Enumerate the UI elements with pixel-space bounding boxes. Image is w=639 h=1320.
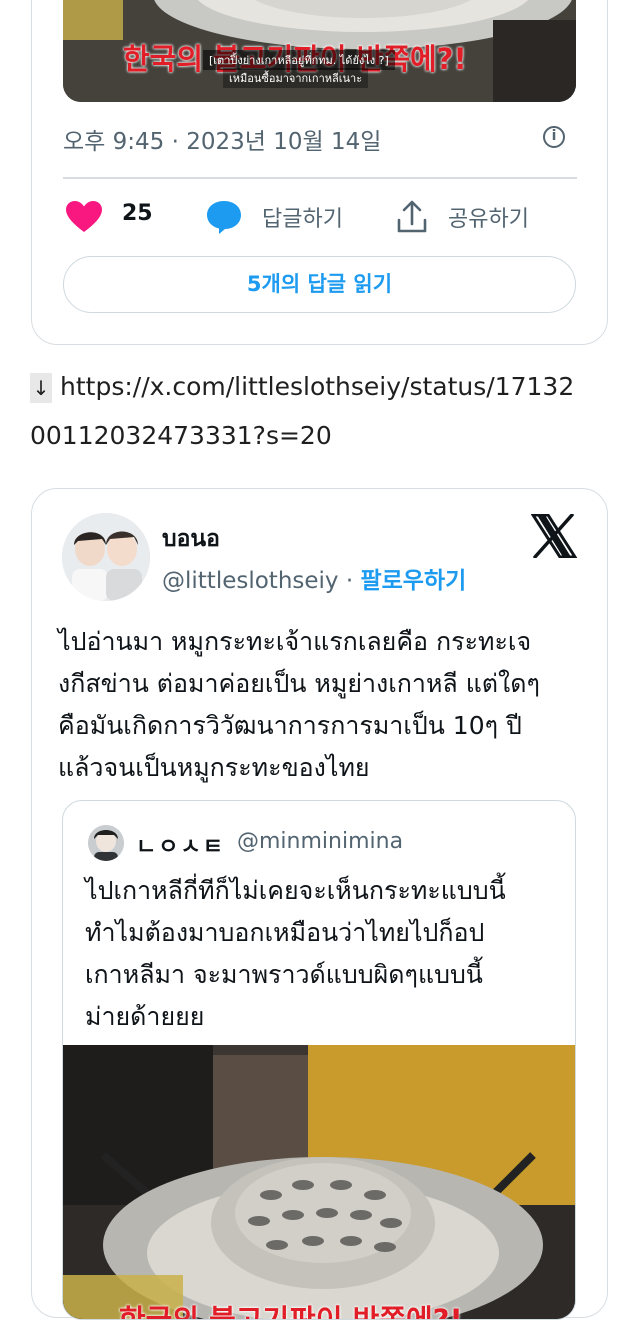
share-label[interactable]: 공유하기: [448, 201, 529, 233]
like-count: 25: [122, 201, 153, 226]
tweet-text: ไปอ่านมา หมูกระทะเจ้าแรกเลยคือ กระทะเจ ง…: [58, 621, 603, 789]
divider: [63, 177, 577, 179]
tweet-timestamp[interactable]: 오후 9:45 · 2023년 10월 14일: [63, 122, 381, 156]
status-link-line-1[interactable]: ↓ https://x.com/littleslothseiy/status/17…: [30, 372, 574, 403]
quoted-text-line: เกาหลีมา จะมาพราวด์แบบผิดๆแบบนี้: [85, 960, 483, 989]
tweet-text-line: งกีสข่าน ต่อมาค่อยเป็น หมูย่างเกาหลี แต่…: [58, 669, 540, 698]
x-logo-icon[interactable]: [531, 514, 577, 558]
quoted-text-line: ไปเกาหลีกี่ทีก็ไม่เคยจะเห็นกระทะแบบนี้: [85, 876, 506, 905]
status-link-line-2[interactable]: 00112032473331?s=20: [30, 421, 332, 450]
quoted-display-name[interactable]: ㄴㅇㅅㅌ: [136, 829, 225, 861]
follow-button[interactable]: 팔로우하기: [360, 568, 466, 594]
share-icon[interactable]: [397, 200, 427, 234]
user-handle[interactable]: @littleslothseiy: [162, 568, 339, 594]
avatar-image: [62, 513, 150, 601]
tweet-text-line: คือมันเกิดการวิวัฒนาการการมาเป็น 10ๆ ปี: [58, 711, 522, 740]
down-arrow-icon: ↓: [30, 373, 52, 403]
heart-icon[interactable]: [66, 201, 102, 233]
quoted-avatar-image: [88, 825, 124, 861]
top-tweet-media[interactable]: 한국의 불고기판이 반쪽에?! [เตาปิ้งย่างเกาหลีอยู่ที…: [63, 0, 576, 102]
quoted-tweet-text: ไปเกาหลีกี่ทีก็ไม่เคยจะเห็นกระทะแบบนี้ ท…: [85, 870, 565, 1038]
quoted-tweet-media[interactable]: 한국의 불고기판이 반쪽에?!: [63, 1045, 575, 1320]
quoted-media-korean-caption: 한국의 불고기판이 반쪽에?!: [119, 1303, 463, 1320]
read-replies-button[interactable]: 5개의 답글 읽기: [63, 256, 576, 313]
avatar[interactable]: [62, 513, 150, 601]
tweet-text-line: แล้วจนเป็นหมูกระทะของไทย: [58, 753, 370, 782]
quoted-text-line: ม่ายด้ายยย: [85, 1002, 205, 1031]
tweet-text-line: ไปอ่านมา หมูกระทะเจ้าแรกเลยคือ กระทะเจ: [58, 627, 532, 656]
display-name[interactable]: บอนอ: [162, 521, 220, 557]
handle-separator: ·: [338, 568, 361, 594]
top-media-thai-caption: [เตาปิ้งย่างเกาหลีอยู่ที่กทม. ได้ยังไง ?…: [203, 50, 395, 70]
status-link-text-1: https://x.com/littleslothseiy/status/171…: [60, 372, 575, 401]
quoted-avatar[interactable]: [88, 825, 124, 861]
reply-label[interactable]: 답글하기: [262, 201, 343, 233]
quoted-text-line: ทำไมต้องมาบอกเหมือนว่าไทยไปก็อป: [85, 918, 485, 947]
quoted-tweet[interactable]: ㄴㅇㅅㅌ @minminimina ไปเกาหลีกี่ทีก็ไม่เคยจ…: [62, 800, 576, 1320]
reply-icon[interactable]: [205, 199, 243, 235]
handle-line: @littleslothseiy · 팔로우하기: [162, 561, 466, 595]
info-icon[interactable]: i: [543, 126, 565, 148]
grill-photo: [63, 1045, 575, 1319]
quoted-handle[interactable]: @minminimina: [237, 829, 403, 854]
top-media-thai-caption-2: เหมือนซื้อมาจากเกาหลีเนาะ: [223, 68, 369, 88]
